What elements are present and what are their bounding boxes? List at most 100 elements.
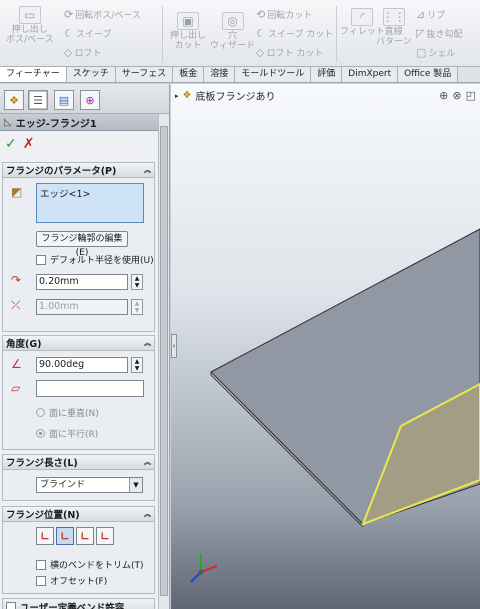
- chevron-down-icon[interactable]: ▼: [129, 478, 142, 492]
- panel-scrollbar-thumb[interactable]: [160, 126, 168, 596]
- flange-parameters-section: フランジのパラメータ(P) ︽ ◩ エッジ<1> フランジ輪郭の編集(E) デフ…: [2, 162, 155, 332]
- flange-angle-icon: ∠: [11, 357, 22, 371]
- flange-position-header[interactable]: フランジ位置(N) ︽: [3, 507, 154, 522]
- angle-section: 角度(G) ︽ ∠ 90.00deg ▲ ▼ ▱ 面に垂直(N) 面に平行(R): [2, 335, 155, 450]
- feature-breadcrumb: ▸ ❖ 底板フランジあり: [175, 90, 276, 103]
- hole-wizard-button[interactable]: ◎ 穴 ウィザード: [210, 12, 255, 51]
- tab-evaluate[interactable]: 評価: [311, 67, 343, 82]
- selected-edge-item[interactable]: エッジ<1>: [40, 189, 90, 200]
- parallel-to-face-option: 面に平行(R): [36, 427, 98, 440]
- sweep-icon: ☾: [64, 27, 74, 40]
- loft-icon: ◇: [64, 46, 73, 59]
- expand-arrow-icon[interactable]: ▸: [175, 92, 179, 100]
- tab-dimxpert[interactable]: DimXpert: [342, 67, 399, 82]
- offset-row[interactable]: オフセット(F): [36, 574, 107, 587]
- extrude-cut-button[interactable]: ▣ 押し出し カット: [170, 12, 206, 51]
- bend-radius-field[interactable]: 0.20mm: [36, 274, 128, 290]
- property-manager-icon: ☰: [33, 93, 43, 107]
- feature-title: エッジ-フランジ1: [15, 118, 97, 130]
- reference-face-field[interactable]: [36, 380, 144, 397]
- zoom-area-icon[interactable]: ⊗: [452, 89, 461, 102]
- model-geometry: [210, 228, 480, 528]
- edge-selection-list[interactable]: エッジ<1>: [36, 183, 144, 223]
- flange-length-header[interactable]: フランジ長さ(L) ︽: [3, 455, 154, 470]
- extrude-boss-icon: ▭: [18, 6, 41, 24]
- rib-icon: ⊿: [416, 8, 426, 21]
- default-radius-checkbox[interactable]: [36, 254, 46, 265]
- dimxpert-manager-tab[interactable]: ⊕: [80, 90, 100, 110]
- property-manager-tab[interactable]: ☰: [28, 90, 48, 110]
- rib-button[interactable]: ⊿ リブ: [416, 8, 445, 21]
- custom-bend-allowance-header[interactable]: ユーザー定義ベンド許容: [3, 599, 154, 609]
- feature-title-bar: ◺ エッジ-フランジ1: [0, 114, 158, 131]
- material-inside-icon: ∟: [40, 529, 50, 543]
- panel-collapse-handle[interactable]: ‹: [171, 334, 177, 358]
- collapse-chevron-icon: ︽: [144, 510, 151, 518]
- tab-sheet-metal[interactable]: 板金: [173, 67, 205, 82]
- tab-weldments[interactable]: 溶接: [204, 67, 236, 82]
- crosshair-icon: ⊕: [85, 93, 95, 107]
- shell-button[interactable]: ▢ シェル: [416, 46, 455, 59]
- custom-bend-allowance-section: ユーザー定義ベンド許容: [2, 598, 155, 609]
- shell-icon: ▢: [416, 46, 427, 59]
- flange-angle-spinner[interactable]: ▲ ▼: [131, 357, 143, 373]
- configuration-manager-tab[interactable]: ▤: [54, 90, 74, 110]
- flange-parameters-header[interactable]: フランジのパラメータ(P) ︽: [3, 163, 154, 178]
- angle-header[interactable]: 角度(G) ︽: [3, 336, 154, 351]
- flange-position-buttons: ∟ ∟ ∟ ∟: [36, 527, 116, 545]
- graphics-viewport[interactable]: ▸ ❖ 底板フランジあり ⊕ ⊗ ◰ ‹: [171, 84, 480, 609]
- sweep-cut-icon: ☾: [256, 27, 266, 40]
- edge-selection-icon: ◩: [11, 185, 23, 199]
- view-toolbar: ⊕ ⊗ ◰: [439, 89, 476, 102]
- x-axis: [200, 565, 218, 573]
- tab-surfaces[interactable]: サーフェス: [115, 67, 174, 82]
- ribbon-separator: [336, 6, 337, 62]
- virtual-sharp-icon: ∟: [100, 529, 110, 543]
- loft-button[interactable]: ◇ ロフト: [64, 46, 101, 59]
- normal-to-face-radio: [36, 408, 45, 417]
- revolve-cut-button[interactable]: ⟲ 回転カット: [256, 8, 312, 21]
- edge-flange-icon: ◺: [4, 116, 12, 128]
- fillet-icon: ◜: [351, 8, 374, 26]
- panel-scrollbar[interactable]: [158, 114, 169, 609]
- zoom-to-fit-icon[interactable]: ⊕: [439, 89, 448, 102]
- gap-distance-spinner: ▲ ▼: [131, 299, 143, 315]
- end-condition-select[interactable]: ブラインド ▼: [36, 477, 143, 493]
- flange-angle-field[interactable]: 90.00deg: [36, 357, 128, 373]
- sweep-cut-button[interactable]: ☾ スイープ カット: [256, 27, 333, 40]
- tab-features[interactable]: フィーチャー: [0, 67, 67, 82]
- tab-sketch[interactable]: スケッチ: [66, 67, 116, 82]
- bend-from-virtual-sharp-button[interactable]: ∟: [96, 527, 114, 545]
- linear-pattern-button[interactable]: ⋮⋮ 直線 パターン: [376, 8, 412, 47]
- previous-view-icon[interactable]: ◰: [466, 89, 476, 102]
- trim-side-bends-checkbox[interactable]: [36, 559, 46, 570]
- offset-checkbox[interactable]: [36, 575, 46, 586]
- material-outside-button[interactable]: ∟: [56, 527, 74, 545]
- trim-side-bends-row[interactable]: 横のベンドをトリム(T): [36, 558, 144, 571]
- draft-icon: ◸: [416, 27, 425, 40]
- feature-manager-tab[interactable]: ❖: [4, 90, 24, 110]
- tab-mold-tools[interactable]: モールドツール: [235, 67, 312, 82]
- extrude-boss-button[interactable]: ▭ 押し出し ボス/ベース: [6, 6, 54, 45]
- edit-flange-profile-button[interactable]: フランジ輪郭の編集(E): [36, 231, 128, 258]
- revolve-icon: ⟳: [64, 8, 74, 21]
- bend-radius-spinner[interactable]: ▲ ▼: [131, 274, 143, 290]
- loft-cut-button[interactable]: ◇ ロフト カット: [256, 46, 323, 59]
- revolve-boss-button[interactable]: ⟳ 回転ボス/ベース: [64, 8, 141, 21]
- coordinate-triad: [190, 554, 218, 583]
- ok-button[interactable]: ✓: [5, 136, 17, 152]
- linear-pattern-icon: ⋮⋮: [381, 8, 406, 26]
- draft-button[interactable]: ◸ 抜き勾配: [416, 27, 462, 40]
- property-manager-panel: ❖ ☰ ▤ ⊕ ◺ エッジ-フランジ1 ✓ ✗ フランジのパラメータ(P) ︽ …: [0, 84, 170, 609]
- bend-outside-button[interactable]: ∟: [76, 527, 94, 545]
- command-tabs: フィーチャー スケッチ サーフェス 板金 溶接 モールドツール 評価 DimXp…: [0, 67, 480, 83]
- sweep-button[interactable]: ☾ スイープ: [64, 27, 111, 40]
- default-radius-checkbox-row[interactable]: デフォルト半径を使用(U): [36, 253, 154, 266]
- material-inside-button[interactable]: ∟: [36, 527, 54, 545]
- collapse-chevron-icon: ︽: [144, 458, 151, 466]
- custom-bend-allowance-checkbox[interactable]: [6, 601, 16, 609]
- cancel-button[interactable]: ✗: [23, 136, 35, 152]
- normal-to-face-option: 面に垂直(N): [36, 406, 99, 419]
- gap-distance-icon: ⤫: [11, 298, 21, 312]
- tab-office-products[interactable]: Office 製品: [398, 67, 459, 82]
